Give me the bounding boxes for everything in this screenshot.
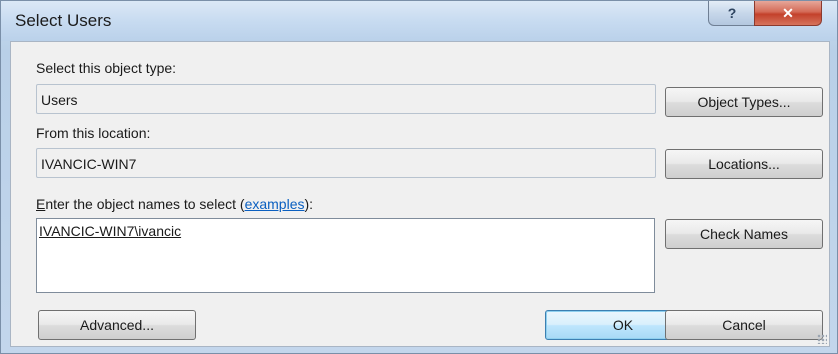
resize-grip[interactable] <box>817 334 827 344</box>
close-icon: ✕ <box>782 4 794 21</box>
location-field: IVANCIC-WIN7 <box>36 148 656 178</box>
examples-link[interactable]: examples <box>245 196 305 212</box>
object-names-label-text: nter the object names to select ( <box>45 196 245 212</box>
title-bar[interactable]: Select Users ? ✕ <box>1 1 837 41</box>
advanced-button[interactable]: Advanced... <box>38 310 196 340</box>
close-button[interactable]: ✕ <box>754 1 822 26</box>
object-type-label: Select this object type: <box>36 60 177 76</box>
object-type-field: Users <box>36 84 656 114</box>
object-names-label-accesskey: E <box>36 196 46 212</box>
check-names-button[interactable]: Check Names <box>665 219 823 249</box>
object-names-label-suffix: ): <box>304 196 314 212</box>
object-names-textarea[interactable]: IVANCIC-WIN7\ivancic <box>36 218 655 293</box>
help-icon: ? <box>727 5 737 21</box>
help-button[interactable]: ? <box>708 1 756 26</box>
object-types-button[interactable]: Object Types... <box>665 87 823 117</box>
cancel-button[interactable]: Cancel <box>665 310 823 340</box>
object-names-label: Enter the object names to select (exampl… <box>36 196 313 212</box>
dialog-title: Select Users <box>15 11 112 30</box>
locations-button[interactable]: Locations... <box>665 149 823 179</box>
object-name-entry: IVANCIC-WIN7\ivancic <box>39 223 182 239</box>
select-users-dialog: Select Users ? ✕ Select this object type… <box>0 0 838 354</box>
dialog-body: Select this object type: Users Object Ty… <box>10 41 830 347</box>
location-label: From this location: <box>36 125 151 141</box>
